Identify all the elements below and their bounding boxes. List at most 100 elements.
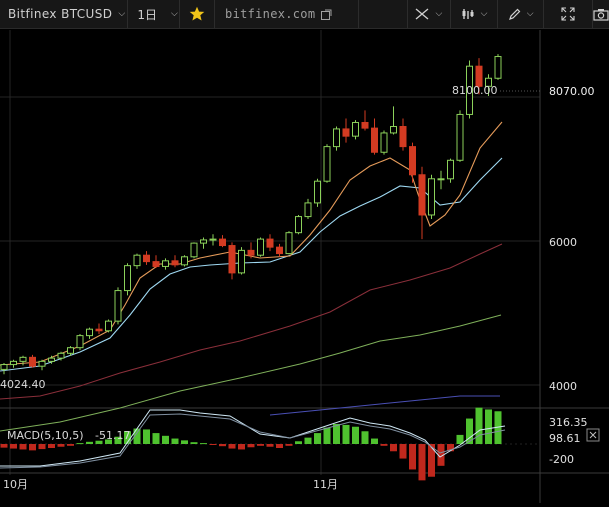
macd-bar: [67, 444, 74, 446]
candle-down[interactable]: [266, 238, 274, 248]
macd-bar: [333, 424, 340, 444]
price-tick-4000: 4000: [549, 380, 577, 393]
candle-up[interactable]: [0, 364, 8, 370]
candle-down[interactable]: [95, 328, 103, 332]
interval-label: 1日: [137, 7, 157, 22]
macd-bar: [295, 441, 302, 444]
low-price-label: 4024.40: [0, 378, 46, 391]
candle-down[interactable]: [276, 246, 283, 255]
macd-bar: [162, 435, 169, 444]
candle-down[interactable]: [219, 238, 226, 247]
crosshair-button[interactable]: ⌵: [408, 0, 452, 28]
chevron-down-icon: ⌵: [526, 9, 534, 19]
candle-up[interactable]: [67, 347, 74, 354]
candle-up[interactable]: [190, 242, 198, 258]
pencil-icon: [508, 8, 521, 20]
macd-bar: [352, 426, 359, 444]
candle-up[interactable]: [352, 121, 359, 137]
candle-down[interactable]: [399, 126, 407, 148]
macd-tick-high: 316.35: [549, 416, 588, 429]
macd-bar: [48, 444, 55, 448]
macd-bar: [485, 409, 492, 444]
candle-up[interactable]: [133, 254, 141, 267]
candle-up[interactable]: [162, 260, 169, 267]
candle-up[interactable]: [295, 216, 302, 234]
macd-bar: [143, 429, 150, 444]
candle-down[interactable]: [418, 174, 426, 216]
macd-legend: MACD(5,10,5) -51.17 316.35 98.61 -200: [7, 416, 600, 466]
candle-down[interactable]: [371, 127, 378, 153]
candle-up[interactable]: [428, 178, 435, 216]
external-link-icon: [321, 9, 332, 20]
macd-bar: [19, 444, 27, 450]
candle-up[interactable]: [48, 357, 55, 362]
macd-bar: [380, 444, 388, 446]
candle-down[interactable]: [228, 245, 236, 274]
candle-up[interactable]: [323, 146, 331, 182]
close-pane-icon[interactable]: [586, 428, 600, 442]
candle-up[interactable]: [114, 290, 122, 322]
candle-down[interactable]: [247, 249, 255, 256]
chart-style-button[interactable]: ⌵: [451, 0, 498, 28]
candle-up[interactable]: [181, 256, 188, 266]
candle-down[interactable]: [152, 261, 160, 267]
fullscreen-button[interactable]: [544, 0, 593, 28]
candle-down[interactable]: [143, 254, 150, 263]
candle-up[interactable]: [390, 126, 397, 134]
macd-bar: [228, 444, 236, 449]
candle-up[interactable]: [257, 238, 264, 256]
macd-bar: [219, 444, 226, 447]
candle-up[interactable]: [86, 328, 93, 337]
interval-selector[interactable]: 1日 ⌵: [128, 0, 181, 28]
candle-up[interactable]: [304, 202, 312, 218]
candle-up[interactable]: [456, 113, 464, 161]
chart-area[interactable]: 8070.00 6000 4000 8100.00 4024.40 MACD(5…: [0, 30, 609, 503]
macd-bar: [200, 443, 207, 445]
candle-up[interactable]: [57, 352, 65, 359]
chevron-down-icon: ⌵: [435, 9, 443, 19]
candle-up[interactable]: [238, 249, 245, 274]
drawing-tools-button[interactable]: ⌵: [498, 0, 545, 28]
candle-up[interactable]: [124, 265, 131, 292]
candle-down[interactable]: [342, 128, 350, 137]
macd-label: MACD(5,10,5): [7, 429, 84, 442]
macd-bar: [247, 444, 255, 448]
fullscreen-icon: [561, 7, 575, 21]
candle-up[interactable]: [10, 360, 17, 366]
candle-up[interactable]: [38, 360, 46, 367]
candle-up[interactable]: [76, 335, 84, 349]
candle-up[interactable]: [209, 238, 217, 241]
snapshot-button[interactable]: [593, 0, 609, 28]
candle-down[interactable]: [361, 121, 369, 129]
candle-up[interactable]: [314, 180, 321, 204]
candle-up[interactable]: [494, 56, 502, 79]
crosshair-icon: [416, 8, 429, 20]
candle-down[interactable]: [171, 260, 179, 266]
chevron-down-icon: ⌵: [480, 9, 488, 19]
candle-down[interactable]: [29, 356, 36, 367]
candle-up[interactable]: [285, 232, 293, 255]
candle-up[interactable]: [380, 132, 388, 153]
candle-up[interactable]: [333, 128, 340, 148]
candle-up[interactable]: [200, 239, 207, 244]
favorite-button[interactable]: [180, 0, 216, 28]
macd-bar: [276, 444, 283, 448]
star-icon: [189, 6, 205, 21]
candle-up[interactable]: [105, 320, 112, 332]
candle-up[interactable]: [19, 356, 27, 362]
macd-bar: [361, 431, 369, 444]
macd-bar: [285, 444, 293, 446]
candle-up[interactable]: [437, 178, 445, 181]
macd-bar: [0, 444, 8, 448]
site-link[interactable]: bitfinex.com: [215, 0, 359, 28]
candle-down[interactable]: [409, 146, 416, 176]
macd-tick-mid: 98.61: [549, 432, 581, 445]
symbol-selector[interactable]: Bitfinex BTCUSD ⌵: [0, 0, 129, 28]
ma120-line: [269, 395, 500, 416]
macd-bar: [266, 444, 274, 447]
price-chart[interactable]: 8070.00 6000 4000 8100.00 4024.40 MACD(5…: [0, 30, 609, 503]
candle-up[interactable]: [447, 159, 454, 180]
macd-value: -51.17: [95, 429, 130, 442]
time-label-oct: 10月: [3, 478, 28, 491]
macd-bar: [257, 444, 264, 446]
